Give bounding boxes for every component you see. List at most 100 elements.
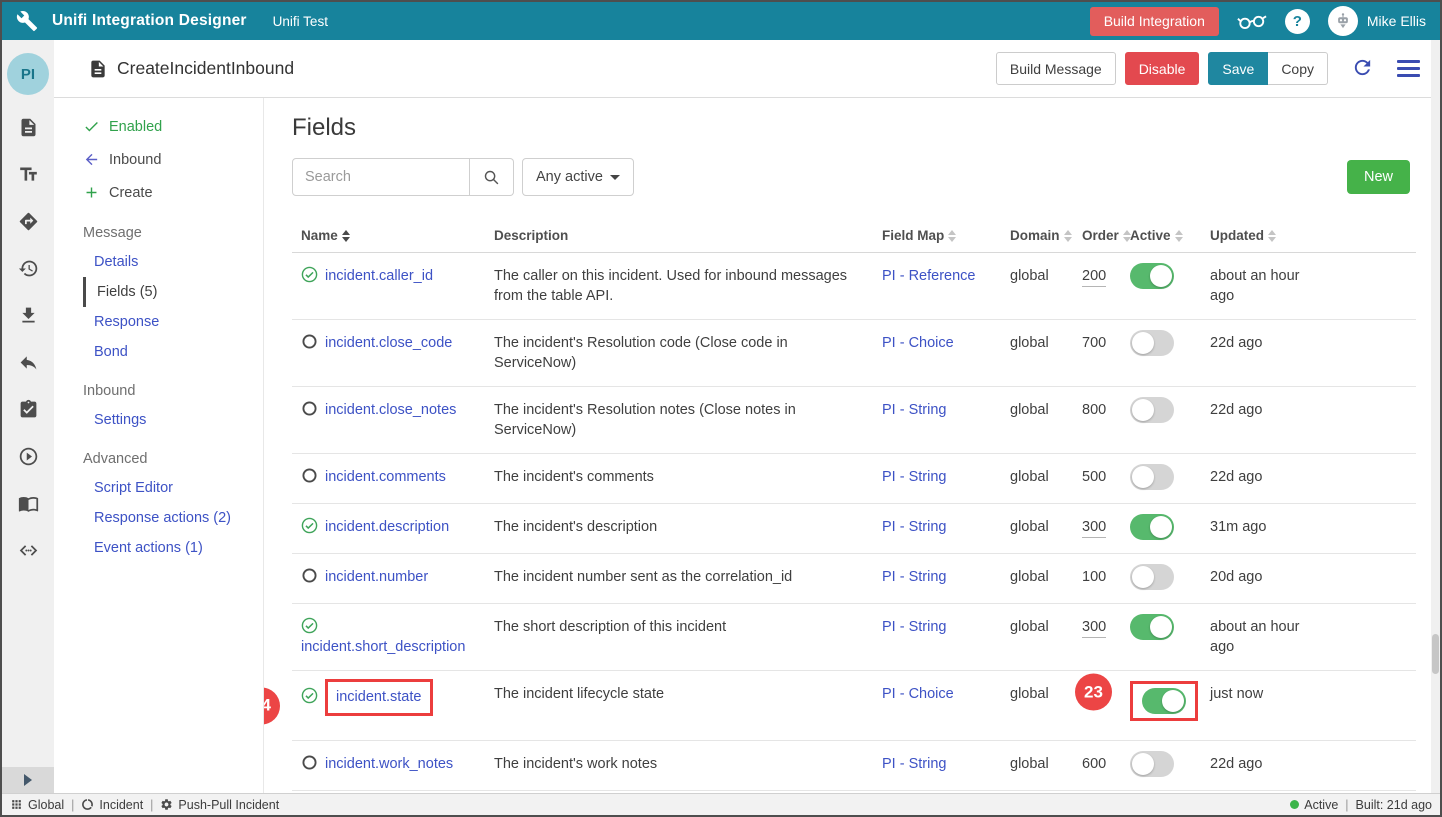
nav-item-settings[interactable]: Settings bbox=[83, 405, 263, 435]
active-status-label: Active bbox=[1304, 798, 1338, 812]
field-name-link[interactable]: incident.number bbox=[325, 569, 428, 585]
nav-item-response-actions-2-[interactable]: Response actions (2) bbox=[83, 503, 263, 533]
code-icon[interactable] bbox=[18, 540, 39, 561]
order-value[interactable]: 600 bbox=[1082, 756, 1106, 772]
field-active-check-icon bbox=[301, 517, 318, 534]
scrollbar-thumb[interactable] bbox=[1432, 634, 1439, 674]
nav-item-fields-5-[interactable]: Fields (5) bbox=[83, 277, 263, 307]
active-cell bbox=[1130, 253, 1210, 302]
process-item[interactable]: Incident bbox=[81, 798, 143, 812]
refresh-icon[interactable] bbox=[1351, 56, 1374, 82]
scope-item[interactable]: Global bbox=[10, 798, 64, 812]
hamburger-menu-icon[interactable] bbox=[1397, 56, 1420, 81]
field-name-link[interactable]: incident.close_notes bbox=[325, 402, 456, 418]
copy-button[interactable]: Copy bbox=[1268, 52, 1328, 85]
field-name-link[interactable]: incident.state bbox=[336, 689, 421, 705]
column-header-order[interactable]: Order bbox=[1082, 220, 1130, 252]
integration-avatar[interactable]: PI bbox=[7, 53, 49, 95]
order-value[interactable]: 200 bbox=[1082, 268, 1106, 287]
build-integration-button[interactable]: Build Integration bbox=[1090, 7, 1219, 36]
nav-item-details[interactable]: Details bbox=[83, 247, 263, 277]
active-toggle[interactable] bbox=[1130, 751, 1174, 777]
integration-item[interactable]: Push-Pull Incident bbox=[160, 798, 279, 812]
build-message-button[interactable]: Build Message bbox=[996, 52, 1116, 85]
search-input[interactable] bbox=[292, 158, 470, 196]
nav-item-script-editor[interactable]: Script Editor bbox=[83, 473, 263, 503]
active-toggle[interactable] bbox=[1130, 464, 1174, 490]
active-toggle[interactable] bbox=[1130, 397, 1174, 423]
nav-item-bond[interactable]: Bond bbox=[83, 337, 263, 367]
document-icon[interactable] bbox=[18, 117, 39, 138]
field-map-link[interactable]: PI - Choice bbox=[882, 335, 954, 351]
active-toggle[interactable] bbox=[1130, 564, 1174, 590]
order-cell: 300 bbox=[1082, 504, 1130, 550]
field-map-link[interactable]: PI - String bbox=[882, 402, 946, 418]
record-title: CreateIncidentInbound bbox=[117, 58, 294, 79]
name-cell: incident.state24 bbox=[292, 671, 494, 724]
column-header-updated[interactable]: Updated bbox=[1210, 220, 1328, 252]
active-toggle[interactable] bbox=[1130, 330, 1174, 356]
directions-icon[interactable] bbox=[18, 211, 39, 232]
expand-rail-button[interactable] bbox=[2, 767, 54, 793]
play-circle-icon[interactable] bbox=[18, 446, 39, 467]
sort-icon bbox=[948, 230, 956, 242]
app-subtitle[interactable]: Unifi Test bbox=[273, 14, 328, 29]
field-name-link[interactable]: incident.short_description bbox=[301, 639, 465, 655]
active-toggle[interactable] bbox=[1130, 514, 1174, 540]
field-map-link[interactable]: PI - String bbox=[882, 756, 946, 772]
vertical-scrollbar[interactable] bbox=[1431, 40, 1440, 793]
disable-button[interactable]: Disable bbox=[1125, 52, 1200, 85]
updated-cell: 22d ago bbox=[1210, 454, 1328, 500]
nav-section-advanced: Advanced bbox=[54, 435, 263, 473]
annotation-badge: 23 bbox=[1075, 674, 1112, 711]
field-name-link[interactable]: incident.comments bbox=[325, 469, 446, 485]
field-name-link[interactable]: incident.description bbox=[325, 519, 449, 535]
reply-icon[interactable] bbox=[18, 352, 39, 373]
description-cell: The incident's description bbox=[494, 504, 882, 550]
active-toggle[interactable] bbox=[1130, 263, 1174, 289]
order-value[interactable]: 300 bbox=[1082, 519, 1106, 538]
name-cell: incident.work_notes bbox=[292, 741, 494, 787]
column-header-domain[interactable]: Domain bbox=[1010, 220, 1082, 252]
field-name-link[interactable]: incident.caller_id bbox=[325, 268, 433, 284]
active-cell bbox=[1130, 454, 1210, 503]
order-value[interactable]: 500 bbox=[1082, 469, 1106, 485]
save-button[interactable]: Save bbox=[1208, 52, 1268, 85]
column-header-name[interactable]: Name bbox=[292, 220, 494, 252]
nav-item-response[interactable]: Response bbox=[83, 307, 263, 337]
nav-item-event-actions-1-[interactable]: Event actions (1) bbox=[83, 533, 263, 563]
help-icon[interactable]: ? bbox=[1285, 9, 1310, 34]
field-name-link[interactable]: incident.close_code bbox=[325, 335, 452, 351]
domain-cell: global bbox=[1010, 741, 1082, 787]
field-name-link[interactable]: incident.work_notes bbox=[325, 756, 453, 772]
nav-status-enabled[interactable]: Enabled bbox=[54, 110, 263, 143]
field-map-link[interactable]: PI - Choice bbox=[882, 686, 954, 702]
order-value[interactable]: 700 bbox=[1082, 335, 1106, 351]
active-toggle[interactable] bbox=[1130, 614, 1174, 640]
order-value[interactable]: 300 bbox=[1082, 619, 1106, 638]
new-field-button[interactable]: New bbox=[1347, 160, 1410, 194]
field-map-link[interactable]: PI - Reference bbox=[882, 268, 976, 284]
nav-status-inbound[interactable]: Inbound bbox=[54, 143, 263, 176]
order-value[interactable]: 800 bbox=[1082, 402, 1106, 418]
name-cell: incident.short_description bbox=[292, 604, 494, 670]
preview-glasses-icon[interactable] bbox=[1237, 10, 1267, 32]
field-map-link[interactable]: PI - String bbox=[882, 519, 946, 535]
active-toggle[interactable] bbox=[1142, 688, 1186, 714]
nav-status-create[interactable]: Create bbox=[54, 176, 263, 209]
history-icon[interactable] bbox=[18, 258, 39, 279]
user-menu[interactable]: Mike Ellis bbox=[1328, 6, 1426, 36]
field-map-link[interactable]: PI - String bbox=[882, 569, 946, 585]
field-map-link[interactable]: PI - String bbox=[882, 619, 946, 635]
column-header-fieldmap[interactable]: Field Map bbox=[882, 220, 1010, 252]
active-cell bbox=[1130, 320, 1210, 369]
download-icon[interactable] bbox=[18, 305, 39, 326]
reference-book-icon[interactable] bbox=[18, 493, 39, 514]
active-filter-dropdown[interactable]: Any active bbox=[522, 158, 634, 196]
field-map-link[interactable]: PI - String bbox=[882, 469, 946, 485]
column-header-active[interactable]: Active bbox=[1130, 220, 1210, 252]
text-fields-icon[interactable] bbox=[18, 164, 39, 185]
order-value[interactable]: 100 bbox=[1082, 569, 1106, 585]
tasks-done-icon[interactable] bbox=[18, 399, 39, 420]
search-button[interactable] bbox=[470, 158, 514, 196]
